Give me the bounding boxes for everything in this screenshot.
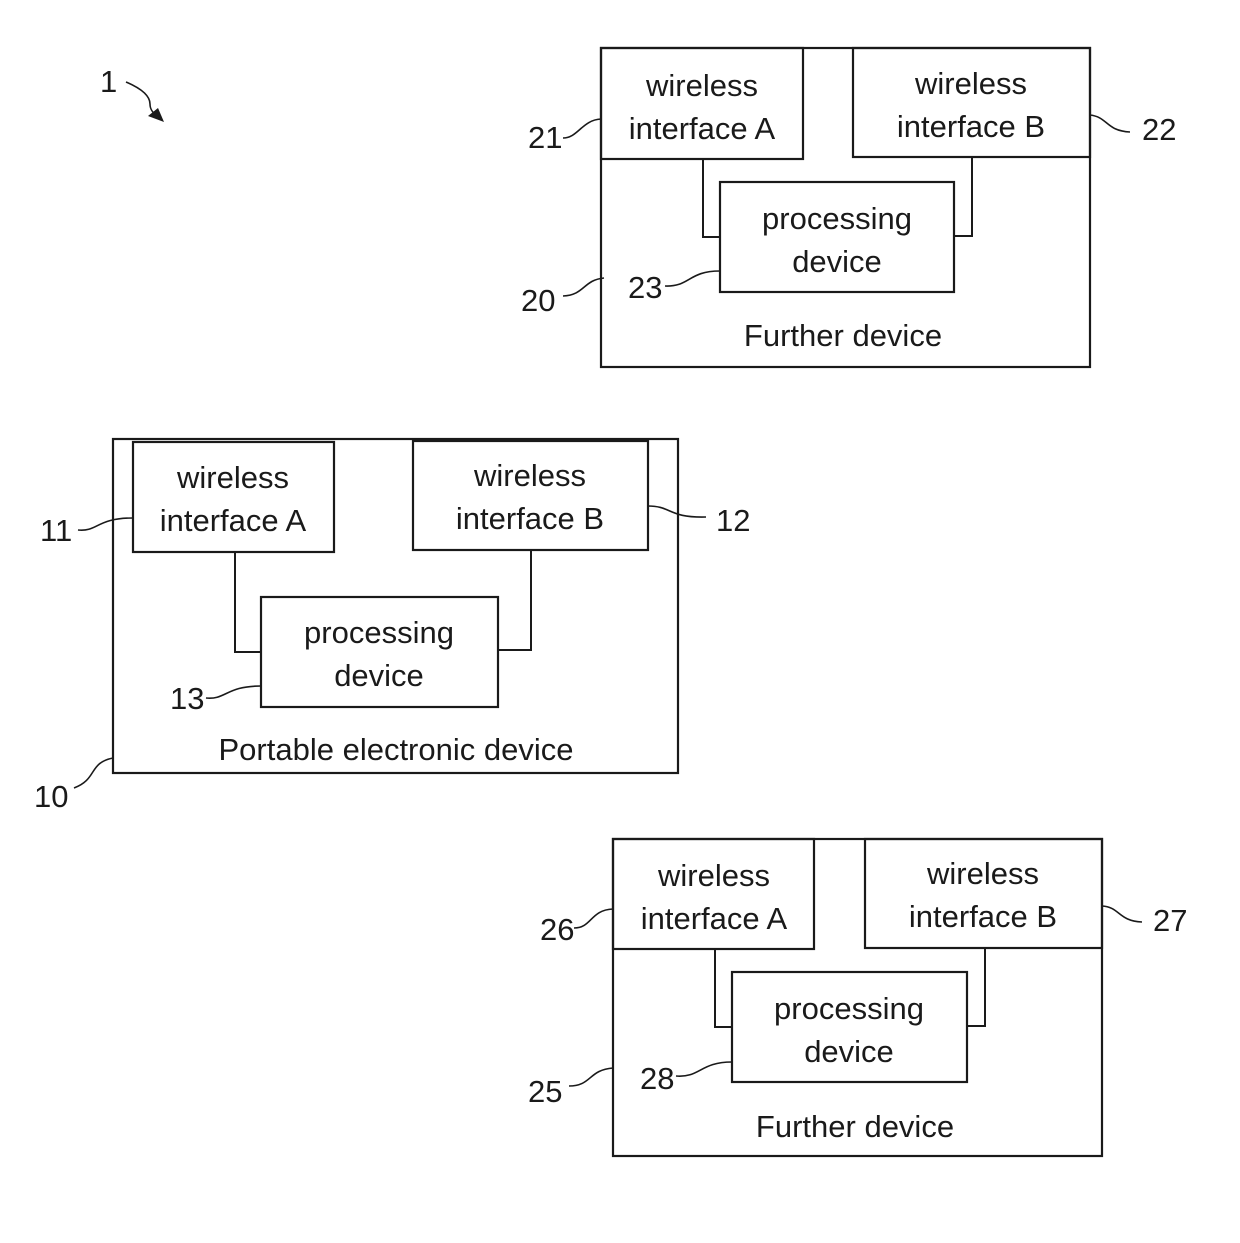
interface-a-line1: wireless	[645, 68, 758, 103]
ref-processor: 13	[170, 681, 204, 716]
leader-line	[675, 1061, 733, 1077]
interface-b-line1: wireless	[914, 66, 1027, 101]
leader-line	[562, 118, 602, 139]
ref-interface-b: 22	[1142, 112, 1176, 147]
ref-device: 25	[528, 1074, 562, 1109]
interface-a-line2: interface A	[160, 503, 307, 538]
connection-b	[954, 157, 973, 237]
connection-b	[498, 550, 532, 651]
ref-interface-a: 11	[40, 513, 72, 548]
leader-line	[205, 685, 262, 699]
arrow-head-icon	[148, 108, 164, 122]
connection-a	[702, 159, 720, 238]
ref-interface-b: 27	[1153, 903, 1187, 938]
interface-b-line1: wireless	[473, 458, 586, 493]
patent-diagram: 1 wireless interface A wireless interfac…	[34, 46, 1187, 1158]
further-device-top: wireless interface A wireless interface …	[521, 46, 1176, 369]
connection-a	[714, 949, 732, 1028]
processor-line2: device	[334, 658, 424, 693]
ref-interface-a: 21	[528, 120, 562, 155]
ref-device: 10	[34, 779, 68, 814]
device-label: Further device	[744, 318, 942, 353]
interface-a-line2: interface A	[629, 111, 776, 146]
processor-line1: processing	[774, 991, 924, 1026]
ref-interface-a: 26	[540, 912, 574, 947]
interface-b-line2: interface B	[456, 501, 604, 536]
leader-line	[77, 517, 134, 531]
leader-line	[73, 757, 114, 789]
leader-line	[1101, 905, 1143, 923]
leader-line	[664, 270, 721, 287]
connection-b	[967, 948, 986, 1027]
connection-a	[234, 552, 261, 653]
processor-line1: processing	[304, 615, 454, 650]
system-reference: 1	[100, 64, 164, 122]
processor-line1: processing	[762, 201, 912, 236]
leader-line	[1089, 114, 1131, 133]
interface-a-line1: wireless	[657, 858, 770, 893]
device-label: Portable electronic device	[219, 732, 574, 767]
ref-processor: 28	[640, 1061, 674, 1096]
ref-processor: 23	[628, 270, 662, 305]
device-label: Further device	[756, 1109, 954, 1144]
ref-interface-b: 12	[716, 503, 750, 538]
system-ref-number: 1	[100, 64, 117, 99]
processor-line2: device	[792, 244, 882, 279]
ref-device: 20	[521, 283, 555, 318]
portable-electronic-device: wireless interface A wireless interface …	[34, 437, 750, 814]
leader-line	[573, 908, 614, 929]
interface-b-line2: interface B	[897, 109, 1045, 144]
system-arrow-line	[125, 81, 159, 117]
interface-b-line2: interface B	[909, 899, 1057, 934]
interface-a-line2: interface A	[641, 901, 788, 936]
leader-line	[568, 1067, 614, 1087]
interface-b-line1: wireless	[926, 856, 1039, 891]
leader-line	[562, 277, 605, 297]
further-device-bottom: wireless interface A wireless interface …	[528, 837, 1187, 1158]
interface-a-line1: wireless	[176, 460, 289, 495]
processor-line2: device	[804, 1034, 894, 1069]
